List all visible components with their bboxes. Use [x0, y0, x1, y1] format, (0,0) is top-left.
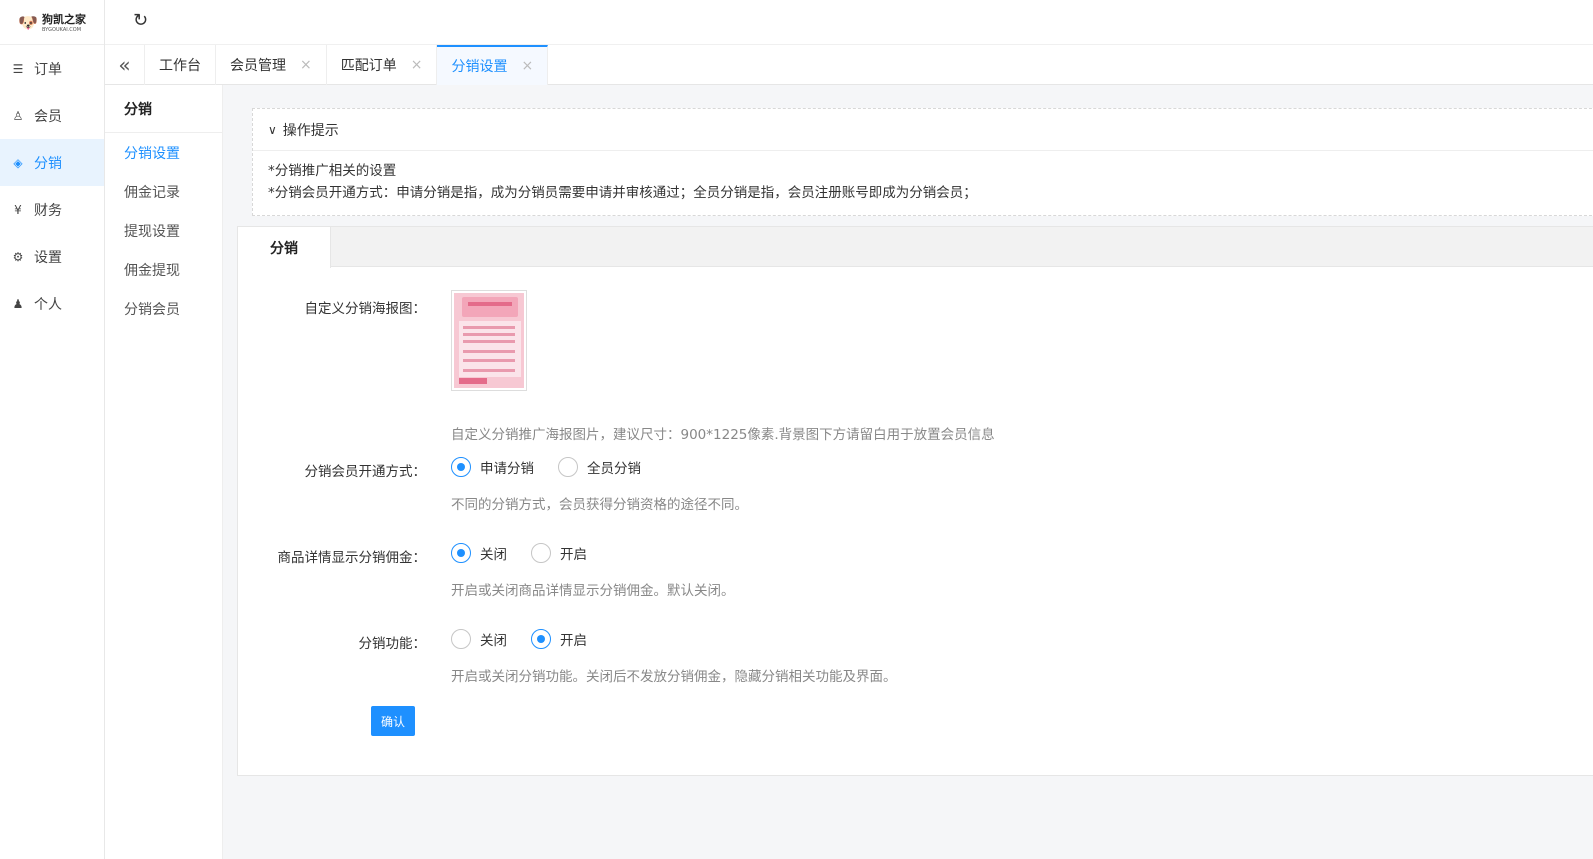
tips-line: *分销会员开通方式：申请分销是指，成为分销员需要申请并审核通过；全员分销是指，会…: [268, 185, 977, 201]
page-tabs: « 工作台 会员管理 × 匹配订单 × 分销设置 ×: [105, 45, 1593, 85]
sidebar-item-distribution[interactable]: ◈ 分销: [0, 139, 104, 186]
user-icon: ♙: [12, 108, 24, 123]
tips-header[interactable]: ∨ 操作提示: [253, 109, 1593, 151]
sidebar-item-label: 设置: [34, 249, 62, 266]
yen-icon: ¥: [14, 202, 22, 217]
subnav-item-withdraw-settings[interactable]: 提现设置: [105, 211, 222, 250]
logo-wordmark: 狗凯之家 BYGOUKAI.COM: [42, 11, 86, 33]
tab-label: 工作台: [159, 58, 201, 74]
sidebar-item-label: 个人: [34, 296, 62, 313]
sidebar-item-label: 会员: [34, 108, 62, 125]
radio-apply-distribution[interactable]: 申请分销: [451, 457, 534, 477]
close-icon[interactable]: ×: [521, 58, 533, 74]
open-mode-hint: 不同的分销方式，会员获得分销资格的途径不同。: [451, 497, 748, 513]
show-commission-label: 商品详情显示分销佣金：: [277, 550, 427, 566]
card-tabs: 分销: [238, 227, 1593, 268]
open-mode-radio-group: 申请分销 全员分销: [451, 457, 641, 477]
gear-icon: ⚙: [12, 249, 24, 264]
tab-distribution[interactable]: 分销: [238, 227, 331, 268]
confirm-button[interactable]: 确认: [371, 706, 415, 736]
radio-distribution-off[interactable]: 关闭: [451, 629, 507, 649]
distribution-enabled-label: 分销功能：: [358, 636, 427, 652]
person-icon: ♟: [12, 296, 24, 311]
sidebar-item-orders[interactable]: ☰ 订单: [0, 45, 104, 92]
collapse-sidebar-icon[interactable]: «: [105, 45, 145, 85]
radio-all-distribution[interactable]: 全员分销: [558, 457, 641, 477]
close-icon[interactable]: ×: [300, 57, 312, 73]
subnav-item-distribution-settings[interactable]: 分销设置: [105, 133, 222, 172]
tips-line: *分销推广相关的设置: [268, 163, 397, 179]
radio-distribution-on[interactable]: 开启: [531, 629, 587, 649]
layers-icon: ◈: [13, 155, 23, 170]
sidebar-item-settings[interactable]: ⚙ 设置: [0, 233, 104, 280]
main-sidebar: 🐶 狗凯之家 BYGOUKAI.COM ☰ 订单 ♙ 会员 ◈ 分销 ¥ 财务 …: [0, 0, 105, 859]
operation-tips: ∨ 操作提示 *分销推广相关的设置 *分销会员开通方式：申请分销是指，成为分销员…: [252, 108, 1593, 216]
tab-workbench[interactable]: 工作台: [145, 45, 216, 85]
subnav-item-commission-withdraw[interactable]: 佣金提现: [105, 250, 222, 289]
sidebar-item-label: 财务: [34, 202, 62, 219]
tab-distribution-settings[interactable]: 分销设置 ×: [437, 45, 549, 85]
sidebar-item-label: 订单: [34, 61, 62, 78]
chevron-down-icon: ∨: [268, 122, 277, 137]
distribution-enabled-hint: 开启或关闭分销功能。关闭后不发放分销佣金，隐藏分销相关功能及界面。: [451, 669, 897, 685]
main-content: ∨ 操作提示 *分销推广相关的设置 *分销会员开通方式：申请分销是指，成为分销员…: [237, 98, 1593, 859]
logo[interactable]: 🐶 狗凯之家 BYGOUKAI.COM: [0, 0, 104, 45]
subnav-item-distribution-members[interactable]: 分销会员: [105, 289, 222, 328]
tab-member-management[interactable]: 会员管理 ×: [216, 45, 327, 85]
close-icon[interactable]: ×: [411, 57, 423, 73]
show-commission-radio-group: 关闭 开启: [451, 543, 587, 563]
radio-show-commission-off[interactable]: 关闭: [451, 543, 507, 563]
radio-show-commission-on[interactable]: 开启: [531, 543, 587, 563]
poster-thumbnail: [454, 293, 524, 388]
settings-card: 分销 自定义分销海报图： 自定义分销推广海报图片，建议尺寸：900*1225像素…: [237, 226, 1593, 776]
sidebar-item-finance[interactable]: ¥ 财务: [0, 186, 104, 233]
logo-text: 狗凯之家: [41, 13, 86, 26]
dog-logo-icon: 🐶: [18, 12, 38, 32]
sidebar-item-members[interactable]: ♙ 会员: [0, 92, 104, 139]
sub-sidebar-title: 分销: [105, 85, 222, 133]
open-mode-label: 分销会员开通方式：: [304, 464, 427, 480]
subnav-item-commission-records[interactable]: 佣金记录: [105, 172, 222, 211]
tab-label: 匹配订单: [340, 58, 397, 74]
poster-label: 自定义分销海报图：: [304, 301, 427, 317]
tab-label: 分销设置: [451, 59, 508, 75]
sidebar-item-label: 分销: [34, 155, 62, 172]
top-bar: ↻: [105, 0, 1593, 45]
show-commission-hint: 开启或关闭商品详情显示分销佣金。默认关闭。: [451, 583, 735, 599]
distribution-enabled-radio-group: 关闭 开启: [451, 629, 587, 649]
list-icon: ☰: [12, 61, 24, 76]
sub-sidebar: 分销 分销设置 佣金记录 提现设置 佣金提现 分销会员: [105, 85, 223, 859]
tab-label: 会员管理: [230, 58, 286, 74]
poster-image-upload[interactable]: [451, 290, 527, 391]
logo-subtext: BYGOUKAI.COM: [41, 27, 82, 33]
refresh-icon[interactable]: ↻: [133, 10, 148, 31]
sidebar-item-personal[interactable]: ♟ 个人: [0, 280, 104, 327]
poster-hint: 自定义分销推广海报图片，建议尺寸：900*1225像素.背景图下方请留白用于放置…: [451, 427, 995, 443]
tips-title: 操作提示: [282, 122, 339, 139]
tab-match-orders[interactable]: 匹配订单 ×: [327, 45, 438, 85]
